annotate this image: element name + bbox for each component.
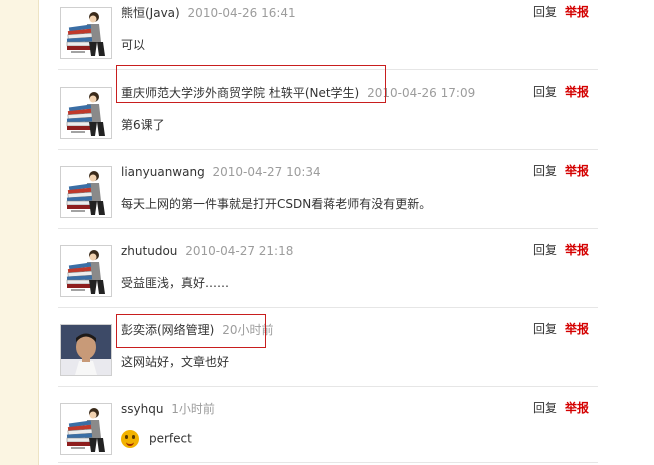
- author-name[interactable]: lianyuanwang: [121, 165, 205, 179]
- reply-button[interactable]: 回复: [533, 85, 557, 99]
- smiley-emoji-icon: [121, 430, 139, 448]
- report-button[interactable]: 举报: [565, 401, 589, 415]
- timestamp: 1小时前: [171, 402, 215, 416]
- avatar[interactable]: [60, 7, 112, 59]
- comment-text-value: perfect: [149, 431, 192, 446]
- timestamp: 2010-04-26 16:41: [187, 6, 296, 20]
- comment-header: ssyhqu 1小时前: [121, 401, 215, 417]
- report-button[interactable]: 举报: [565, 243, 589, 257]
- gutter-line: [38, 0, 39, 465]
- comment-header: zhutudou 2010-04-27 21:18: [121, 243, 293, 259]
- comment-actions: 回复 举报: [533, 321, 589, 337]
- books-cartoon-icon: [61, 167, 111, 217]
- comment-item: ssyhqu 1小时前 perfect 回复 举报: [58, 396, 598, 465]
- comment-actions: 回复 举报: [533, 163, 589, 179]
- author-name[interactable]: 彭奕添(网络管理): [121, 323, 214, 337]
- comment-header: 重庆师范大学涉外商贸学院 杜轶平(Net学生) 2010-04-26 17:09: [121, 85, 475, 101]
- timestamp: 2010-04-27 10:34: [212, 165, 321, 179]
- author-name[interactable]: 熊恒(Java): [121, 6, 180, 20]
- divider: [58, 69, 598, 70]
- comment-item: zhutudou 2010-04-27 21:18 受益匪浅，真好…… 回复 举报: [58, 238, 598, 306]
- comment-header: lianyuanwang 2010-04-27 10:34: [121, 164, 321, 180]
- left-gutter: [0, 0, 38, 465]
- avatar[interactable]: [60, 324, 112, 376]
- report-button[interactable]: 举报: [565, 85, 589, 99]
- books-cartoon-icon: [61, 8, 111, 58]
- author-name[interactable]: ssyhqu: [121, 402, 163, 416]
- comment-text: perfect: [121, 430, 192, 448]
- comment-header: 熊恒(Java) 2010-04-26 16:41: [121, 5, 296, 21]
- divider: [58, 228, 598, 229]
- user-photo: [61, 325, 111, 375]
- timestamp: 20小时前: [222, 323, 274, 337]
- books-cartoon-icon: [61, 88, 111, 138]
- comment-actions: 回复 举报: [533, 84, 589, 100]
- divider: [58, 386, 598, 387]
- reply-button[interactable]: 回复: [533, 5, 557, 19]
- comment-item: lianyuanwang 2010-04-27 10:34 每天上网的第一件事就…: [58, 159, 598, 227]
- divider: [58, 462, 598, 463]
- author-name[interactable]: 重庆师范大学涉外商贸学院 杜轶平(Net学生): [121, 86, 359, 100]
- reply-button[interactable]: 回复: [533, 243, 557, 257]
- avatar[interactable]: [60, 403, 112, 455]
- comment-text: 可以: [121, 38, 146, 52]
- comment-text: 每天上网的第一件事就是打开CSDN看蒋老师有没有更新。: [121, 197, 432, 211]
- avatar[interactable]: [60, 87, 112, 139]
- reply-button[interactable]: 回复: [533, 164, 557, 178]
- books-cartoon-icon: [61, 404, 111, 454]
- divider: [58, 149, 598, 150]
- timestamp: 2010-04-27 21:18: [185, 244, 294, 258]
- comment-actions: 回复 举报: [533, 4, 589, 20]
- comment-header: 彭奕添(网络管理) 20小时前: [121, 322, 273, 338]
- divider: [58, 307, 598, 308]
- avatar[interactable]: [60, 245, 112, 297]
- comment-actions: 回复 举报: [533, 242, 589, 258]
- comment-text: 第6课了: [121, 118, 165, 132]
- avatar[interactable]: [60, 166, 112, 218]
- comment-item: 彭奕添(网络管理) 20小时前 这网站好，文章也好 回复 举报: [58, 317, 598, 385]
- author-name[interactable]: zhutudou: [121, 244, 177, 258]
- comment-text: 这网站好，文章也好: [121, 355, 230, 369]
- timestamp: 2010-04-26 17:09: [367, 86, 476, 100]
- report-button[interactable]: 举报: [565, 164, 589, 178]
- comment-text: 受益匪浅，真好……: [121, 276, 230, 290]
- comment-actions: 回复 举报: [533, 400, 589, 416]
- comment-item: 重庆师范大学涉外商贸学院 杜轶平(Net学生) 2010-04-26 17:09…: [58, 80, 598, 148]
- report-button[interactable]: 举报: [565, 5, 589, 19]
- report-button[interactable]: 举报: [565, 322, 589, 336]
- comment-item: 熊恒(Java) 2010-04-26 16:41 可以 回复 举报: [58, 0, 598, 68]
- reply-button[interactable]: 回复: [533, 401, 557, 415]
- books-cartoon-icon: [61, 246, 111, 296]
- reply-button[interactable]: 回复: [533, 322, 557, 336]
